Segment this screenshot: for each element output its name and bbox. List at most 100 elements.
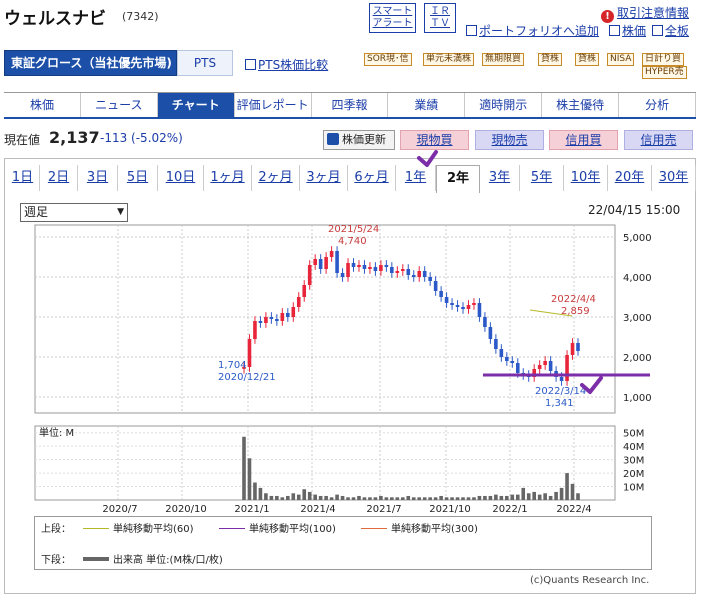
x-tick-label: 2022/4 [556, 504, 591, 515]
volume-bar [247, 458, 252, 500]
volume-bar [384, 497, 389, 500]
candle [275, 319, 279, 321]
volume-bar [324, 495, 328, 500]
volume-bar [296, 494, 301, 500]
x-tick-label: 2021/4 [300, 504, 335, 515]
volume-bar [565, 473, 569, 500]
volume-bar [444, 497, 449, 500]
candle [422, 271, 427, 277]
volume-bar [499, 495, 504, 500]
volume-bar [340, 495, 345, 500]
annotation-date: 2020/12/21 [218, 372, 276, 383]
candle [400, 269, 405, 271]
ma60-label: 単純移動平均(60) [113, 524, 194, 535]
candle [439, 291, 443, 297]
volume-bar [515, 494, 520, 500]
volume-bar [318, 495, 323, 500]
candle [296, 297, 301, 307]
candle [499, 349, 504, 357]
candle [395, 271, 400, 273]
annotation-date: 2021/5/24 [328, 224, 379, 235]
x-tick-label: 2021/1 [234, 504, 269, 515]
candle [515, 363, 520, 373]
candle [324, 257, 328, 269]
volume-bar [417, 497, 422, 500]
candle [472, 303, 476, 305]
volume-y-tick: 30M [623, 456, 644, 467]
volume-bar [335, 494, 339, 500]
candle [335, 251, 339, 273]
volume-bar [559, 487, 564, 500]
volume-bar [269, 495, 274, 500]
candle [406, 269, 411, 275]
volume-bar [439, 495, 443, 500]
volume-unit-label: 単位: M [39, 426, 74, 439]
candle [488, 327, 493, 339]
volume-bar [242, 436, 246, 500]
volume-bar [510, 494, 515, 500]
candle [280, 313, 285, 321]
candle [565, 355, 569, 381]
volume-bar [264, 493, 268, 500]
volume-bar [450, 497, 454, 500]
chart-legend: 上段： 単純移動平均(60) 単純移動平均(100) 単純移動平均(300) 下… [34, 516, 652, 570]
volume-bar [461, 497, 465, 500]
copyright: (c)Quants Research Inc. [530, 575, 650, 586]
candle [340, 273, 345, 277]
annotation-value: 1,341 [545, 398, 574, 409]
volume-bar [570, 483, 575, 500]
volume-bar [532, 491, 536, 500]
volume-bar [521, 487, 526, 500]
price-y-tick: 3,000 [623, 313, 652, 324]
candle [466, 305, 471, 309]
candle [346, 263, 350, 277]
volume-bar [329, 497, 334, 500]
volume-bar [406, 495, 411, 500]
volume-bar [253, 482, 257, 500]
candle [505, 357, 509, 361]
volume-label: 出来高 単位:(M株/口/枚) [113, 555, 223, 566]
volume-bar [422, 497, 427, 500]
candle [548, 361, 553, 371]
volume-y-tick: 50M [623, 429, 644, 440]
candle [510, 361, 515, 363]
volume-bar [488, 495, 493, 500]
ma100-label: 単純移動平均(100) [249, 524, 336, 535]
candle [291, 307, 296, 317]
candle [455, 305, 460, 307]
candle [461, 307, 465, 309]
volume-bar [433, 497, 438, 500]
candle [286, 313, 290, 317]
volume-bar [548, 495, 553, 500]
candle [362, 265, 367, 269]
price-y-tick: 5,000 [623, 233, 652, 244]
annotation-date: 2022/4/4 [551, 294, 596, 305]
legend-ma300: 単純移動平均(300) [361, 520, 478, 535]
volume-y-tick: 20M [623, 469, 644, 480]
candle [576, 343, 580, 351]
ma300-swatch [361, 528, 387, 529]
volume-bar [346, 497, 350, 500]
candle [444, 297, 449, 303]
volume-bar [543, 493, 547, 500]
volume-bar [275, 495, 279, 500]
volume-bar [554, 491, 558, 500]
legend-ma60: 単純移動平均(60) [83, 520, 194, 535]
price-y-tick: 1,000 [623, 393, 652, 404]
candle [318, 259, 323, 269]
legend-lower-label: 下段： [41, 555, 71, 566]
x-tick-label: 2020/7 [102, 504, 137, 515]
volume-bar [373, 497, 378, 500]
candle [379, 265, 383, 271]
volume-bar [472, 497, 476, 500]
volume-bar [466, 497, 471, 500]
volume-pane [34, 425, 616, 501]
volume-y-tick: 40M [623, 442, 644, 453]
candle [384, 265, 389, 267]
candle [269, 317, 274, 319]
volume-bar [357, 495, 361, 500]
volume-bar [494, 494, 498, 500]
price-y-tick: 2,000 [623, 353, 652, 364]
volume-bar [455, 497, 460, 500]
candle [264, 317, 268, 323]
